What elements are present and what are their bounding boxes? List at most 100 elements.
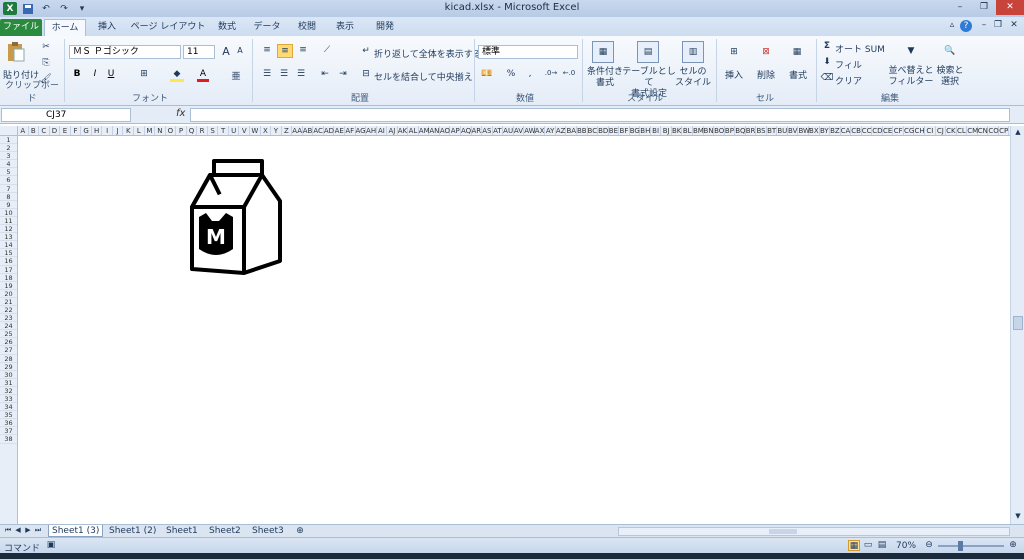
paste-icon[interactable] — [5, 40, 27, 64]
fill-icon[interactable]: ⬇ — [822, 57, 832, 67]
row-header[interactable]: 10 — [0, 209, 17, 217]
delete-cells-button[interactable]: 削除 — [757, 68, 775, 81]
row-header[interactable]: 6 — [0, 176, 17, 185]
normal-view-icon[interactable]: ▦ — [848, 540, 860, 551]
currency-icon[interactable]: 💴 — [480, 69, 494, 79]
sheet-tab[interactable]: Sheet1 — [163, 525, 201, 537]
align-top-icon[interactable]: ≡ — [260, 45, 274, 55]
row-header[interactable]: 24 — [0, 322, 17, 331]
row-header[interactable]: 38 — [0, 435, 17, 444]
row-header[interactable]: 12 — [0, 225, 17, 234]
shrink-font-icon[interactable]: A — [234, 46, 246, 55]
column-header[interactable]: BU — [777, 126, 788, 135]
select-all-corner[interactable] — [0, 126, 18, 136]
column-header[interactable]: AT — [493, 126, 504, 135]
row-header[interactable]: 3 — [0, 152, 17, 161]
column-header[interactable]: CK — [946, 126, 957, 135]
column-header[interactable]: BS — [756, 126, 767, 135]
column-header[interactable]: H — [92, 126, 103, 135]
column-header[interactable]: T — [218, 126, 229, 135]
column-header[interactable]: AE — [334, 126, 345, 135]
row-header[interactable]: 9 — [0, 201, 17, 209]
column-header[interactable]: BH — [640, 126, 651, 135]
format-as-table-icon[interactable]: ▤ — [637, 41, 659, 63]
column-header[interactable]: BB — [577, 126, 588, 135]
percent-button[interactable]: % — [505, 69, 517, 79]
row-header[interactable]: 4 — [0, 160, 17, 169]
clear-icon[interactable]: ⌫ — [821, 73, 834, 83]
row-header[interactable]: 34 — [0, 403, 17, 412]
tab-data[interactable]: データ — [250, 19, 284, 36]
copy-icon[interactable]: ⎘ — [40, 58, 52, 68]
sort-filter-icon[interactable]: ▼ — [900, 40, 922, 62]
column-header[interactable]: AX — [535, 126, 546, 135]
wrap-text-icon[interactable]: ↵ — [360, 46, 372, 56]
format-cells-button[interactable]: 書式 — [789, 68, 807, 81]
column-header[interactable]: AG — [356, 126, 367, 135]
tab-view[interactable]: 表示 — [330, 19, 360, 36]
clear-button[interactable]: クリア — [835, 74, 862, 87]
column-header[interactable]: AU — [503, 126, 514, 135]
column-header[interactable]: AY — [545, 126, 556, 135]
format-cells-icon[interactable]: ▦ — [786, 42, 808, 62]
milk-carton-drawing[interactable]: M — [188, 157, 288, 275]
column-header[interactable]: AL — [408, 126, 419, 135]
column-header[interactable]: BL — [682, 126, 693, 135]
autosum-button[interactable]: オート SUM — [835, 42, 885, 55]
formula-input[interactable] — [190, 108, 1010, 122]
row-header[interactable]: 16 — [0, 257, 17, 266]
close-button[interactable]: ✕ — [996, 0, 1024, 15]
row-header[interactable]: 31 — [0, 379, 17, 387]
insert-cells-icon[interactable]: ⊞ — [723, 42, 745, 62]
zoom-level[interactable]: 70% — [896, 541, 916, 551]
tab-file[interactable]: ファイル — [0, 19, 42, 36]
delete-cells-icon[interactable]: ⊠ — [755, 42, 777, 62]
sheet-tab[interactable]: Sheet2 — [206, 525, 244, 537]
column-header[interactable]: AH — [366, 126, 377, 135]
row-header[interactable]: 26 — [0, 338, 17, 347]
column-header[interactable]: B — [29, 126, 40, 135]
column-header[interactable]: A — [18, 126, 29, 135]
number-format-select[interactable]: 標準 — [478, 45, 578, 59]
column-header[interactable]: BE — [609, 126, 620, 135]
insert-cells-button[interactable]: 挿入 — [725, 68, 743, 81]
column-header[interactable]: AI — [377, 126, 388, 135]
column-header[interactable]: CE — [883, 126, 894, 135]
sort-filter-button[interactable]: 並べ替えと フィルター — [888, 66, 934, 88]
column-header[interactable]: AQ — [461, 126, 472, 135]
row-header[interactable]: 32 — [0, 387, 17, 395]
column-header[interactable]: AM — [419, 126, 430, 135]
row-header[interactable]: 22 — [0, 306, 17, 315]
column-header[interactable]: AJ — [387, 126, 398, 135]
row-header[interactable]: 36 — [0, 419, 17, 428]
cell-styles-button[interactable]: セルの スタイル — [675, 67, 711, 89]
name-box[interactable]: CJ37 — [1, 108, 131, 122]
row-header[interactable]: 11 — [0, 217, 17, 226]
column-header[interactable]: CL — [957, 126, 968, 135]
row-header[interactable]: 8 — [0, 193, 17, 201]
column-header[interactable]: BM — [693, 126, 704, 135]
scroll-up-icon[interactable]: ▲ — [1012, 126, 1024, 138]
row-header[interactable]: 19 — [0, 282, 17, 290]
find-select-button[interactable]: 検索と 選択 — [933, 66, 967, 88]
cut-icon[interactable]: ✂ — [40, 42, 52, 52]
column-header[interactable]: L — [134, 126, 145, 135]
column-header[interactable]: BY — [820, 126, 831, 135]
increase-indent-icon[interactable]: ⇥ — [336, 69, 350, 79]
row-header[interactable]: 28 — [0, 355, 17, 363]
align-bottom-icon[interactable]: ≡ — [296, 45, 310, 55]
conditional-format-icon[interactable]: ▦ — [592, 41, 614, 63]
fill-color-icon[interactable]: ◆ — [170, 69, 184, 82]
grow-font-icon[interactable]: A — [220, 45, 232, 58]
column-header[interactable]: AD — [324, 126, 335, 135]
column-header[interactable]: CD — [872, 126, 883, 135]
row-header[interactable]: 13 — [0, 233, 17, 242]
worksheet-grid[interactable]: M — [18, 136, 1010, 524]
horizontal-scrollbar[interactable] — [618, 527, 1010, 536]
column-header[interactable]: BN — [704, 126, 715, 135]
minimize-ribbon-icon[interactable]: ▵ — [946, 20, 958, 30]
restore-button[interactable]: ❐ — [972, 0, 996, 15]
tab-developer[interactable]: 開発 — [368, 19, 402, 36]
column-header[interactable]: CJ — [936, 126, 947, 135]
orientation-icon[interactable]: ⟋ — [318, 45, 336, 55]
